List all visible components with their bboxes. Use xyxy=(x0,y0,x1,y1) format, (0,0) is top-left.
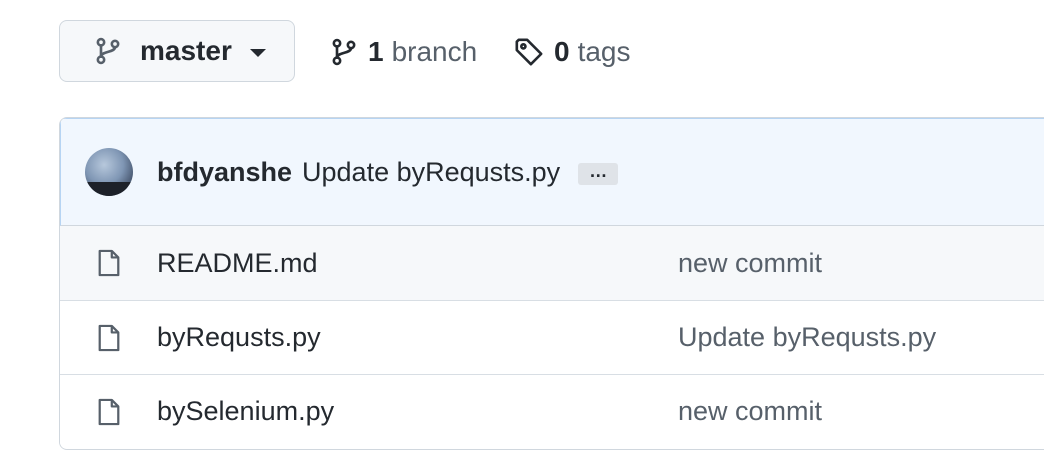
file-commit-message[interactable]: new commit xyxy=(678,248,822,279)
commit-message[interactable]: Update byRequsts.py xyxy=(302,157,560,188)
latest-commit-bar: bfdyanshe Update byRequsts.py … xyxy=(60,118,1044,226)
current-branch-name: master xyxy=(140,35,232,66)
branch-selector-button[interactable]: master xyxy=(59,20,295,82)
expand-commit-button[interactable]: … xyxy=(578,162,619,185)
file-name[interactable]: bySelenium.py xyxy=(157,396,334,427)
tag-count: 0 xyxy=(554,36,570,67)
tag-icon xyxy=(514,37,544,67)
file-name[interactable]: README.md xyxy=(157,248,318,279)
file-icon xyxy=(96,248,122,278)
chevron-down-icon xyxy=(249,49,266,57)
commit-author[interactable]: bfdyanshe xyxy=(157,157,292,188)
file-row[interactable]: README.md new commit xyxy=(60,226,1044,300)
branches-link[interactable]: 1 branch xyxy=(330,28,477,76)
file-commit-message[interactable]: new commit xyxy=(678,396,822,427)
file-icon xyxy=(96,323,122,353)
file-listing: bfdyanshe Update byRequsts.py … README.m… xyxy=(59,117,1044,450)
file-row[interactable]: byRequsts.py Update byRequsts.py xyxy=(60,300,1044,374)
branch-label: branch xyxy=(391,36,478,67)
tags-link[interactable]: 0 tags xyxy=(514,28,631,76)
tag-label: tags xyxy=(577,36,631,67)
file-row[interactable]: bySelenium.py new commit xyxy=(60,374,1044,448)
file-name[interactable]: byRequsts.py xyxy=(157,322,321,353)
branch-count: 1 xyxy=(368,36,384,67)
avatar[interactable] xyxy=(85,148,133,196)
git-branch-icon xyxy=(330,36,358,68)
git-branch-icon xyxy=(94,35,122,67)
file-icon xyxy=(96,397,122,427)
file-commit-message[interactable]: Update byRequsts.py xyxy=(678,322,936,353)
file-rows: README.md new commit byRequsts.py Update… xyxy=(60,226,1044,448)
